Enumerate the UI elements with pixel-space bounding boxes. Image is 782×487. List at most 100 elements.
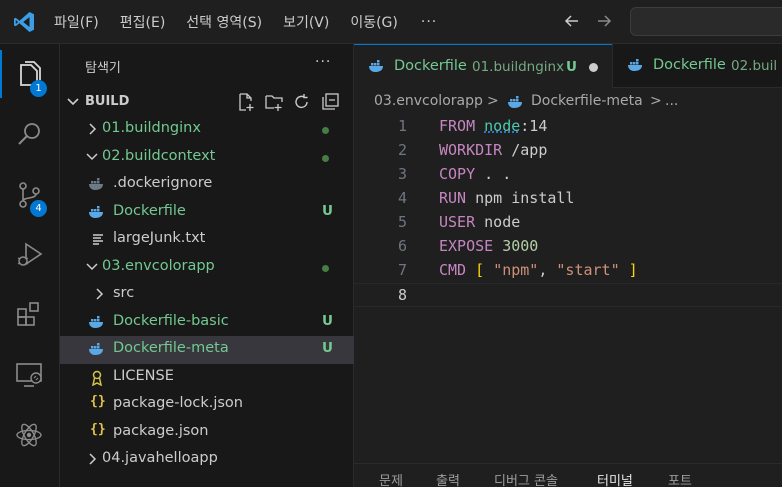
chevron-right-icon <box>89 453 97 465</box>
tree-item-label: src <box>113 285 135 301</box>
menu-view[interactable]: 보기(V) <box>283 12 329 32</box>
keyword-token: EXPOSE <box>439 237 494 255</box>
refresh-icon[interactable] <box>292 92 312 112</box>
vscode-logo-icon[interactable] <box>12 10 36 34</box>
panel-tabs: 문제 출력 디버그 콘솔 터미널 포트 <box>354 463 782 487</box>
code-line: 1 FROM node:14 <box>354 115 782 139</box>
tab-terminal[interactable]: 터미널 <box>597 470 633 487</box>
menu-go[interactable]: 이동(G) <box>350 12 398 32</box>
code-line: 4 RUN npm install <box>354 187 782 211</box>
tree-item-03-envcolorapp[interactable]: 03.envcolorapp <box>60 254 354 282</box>
breadcrumb-folder[interactable]: 03.envcolorapp <box>374 93 483 109</box>
docker-icon <box>628 59 642 71</box>
tag-token: :14 <box>520 117 548 135</box>
modified-dot <box>322 154 329 162</box>
code-line-current: 8 <box>354 283 782 307</box>
workspace-section-header[interactable]: BUILD <box>60 90 354 114</box>
code-line: 6 EXPOSE 3000 <box>354 235 782 259</box>
line-number: 8 <box>397 286 407 304</box>
breadcrumb-symbols[interactable]: ... <box>665 93 678 109</box>
tree-item-label: Dockerfile <box>113 202 186 219</box>
menu-selection[interactable]: 선택 영역(S) <box>186 12 262 32</box>
run-debug-activity[interactable] <box>0 230 60 278</box>
tree-item-label: largeJunk.txt <box>113 230 206 246</box>
tree-item-package-json[interactable]: {} package.json <box>60 419 354 447</box>
sidebar-more-button[interactable]: ··· <box>315 54 331 70</box>
tree-item-label: package-lock.json <box>113 395 243 411</box>
tree-item-04-javahelloapp[interactable]: 04.javahelloapp <box>60 446 354 474</box>
bracket-token: [ <box>475 261 485 279</box>
breadcrumb-file[interactable]: Dockerfile-meta <box>531 93 643 109</box>
code-line: 5 USER node <box>354 211 782 235</box>
tab-output[interactable]: 출력 <box>436 470 460 487</box>
react-activity[interactable] <box>0 410 60 458</box>
explorer-sidebar: 탐색기 ··· BUILD 01.buildnginx 02.buildcont… <box>60 44 354 487</box>
tab-dockerfile-buildcontext[interactable]: Dockerfile 02.buil <box>612 44 782 88</box>
tree-item-license[interactable]: LICENSE <box>60 364 354 392</box>
source-control-activity[interactable]: 4 <box>0 170 60 218</box>
tree-item-dockerfile-meta[interactable]: Dockerfile-meta U <box>60 336 354 364</box>
unsaved-dot[interactable] <box>589 63 598 72</box>
search-activity[interactable] <box>0 110 60 158</box>
run-debug-icon <box>17 242 43 266</box>
image-token[interactable]: node <box>484 117 520 135</box>
tree-item-label: 03.envcolorapp <box>102 257 215 274</box>
code-line: 7 CMD [ "npm", "start" ] <box>354 259 782 283</box>
menu-file[interactable]: 파일(F) <box>54 12 99 32</box>
number-token: 3000 <box>502 237 539 255</box>
tree-item-01-buildnginx[interactable]: 01.buildnginx <box>60 116 354 144</box>
tree-item-02-buildcontext[interactable]: 02.buildcontext <box>60 144 354 172</box>
explorer-badge: 1 <box>30 80 47 97</box>
menu-edit[interactable]: 편집(E) <box>120 12 166 32</box>
bracket-token: ] <box>628 261 638 279</box>
comma-token: , <box>538 261 548 279</box>
forward-arrow-icon[interactable] <box>594 11 614 31</box>
untracked-badge: U <box>322 202 333 219</box>
code-line: 2 WORKDIR /app <box>354 139 782 163</box>
arg-token: npm install <box>475 189 575 207</box>
collapse-all-icon[interactable] <box>320 92 340 112</box>
tree-item-src[interactable]: src <box>60 281 354 309</box>
new-file-icon[interactable] <box>236 92 256 112</box>
search-icon <box>18 123 40 145</box>
license-icon <box>92 370 102 386</box>
docker-icon <box>89 343 103 355</box>
tree-item-dockerignore[interactable]: .dockerignore <box>60 171 354 199</box>
string-token: "start" <box>556 261 620 279</box>
title-bar: 파일(F) 편집(E) 선택 영역(S) 보기(V) 이동(G) ··· <box>0 0 782 44</box>
chevron-down-icon <box>86 262 98 270</box>
untracked-badge: U <box>322 312 333 329</box>
tab-label: Dockerfile <box>653 57 726 73</box>
workspace-name: BUILD <box>85 94 130 109</box>
keyword-token: COPY <box>439 165 476 183</box>
tab-problems[interactable]: 문제 <box>379 470 403 487</box>
tree-item-label: 04.javahelloapp <box>102 450 218 466</box>
line-content: EXPOSE 3000 <box>439 237 538 255</box>
tree-item-dockerfile[interactable]: Dockerfile U <box>60 199 354 227</box>
tab-dockerfile-buildnginx[interactable]: Dockerfile 01.buildnginx U <box>354 44 612 88</box>
extensions-activity[interactable] <box>0 290 60 338</box>
arg-token: node <box>484 213 521 231</box>
remote-explorer-activity[interactable] <box>0 350 60 398</box>
source-control-badge: 4 <box>30 200 47 217</box>
line-content: COPY . . <box>439 165 511 183</box>
modified-dot <box>322 127 329 134</box>
tree-item-package-lock[interactable]: {} package-lock.json <box>60 391 354 419</box>
menu-more-button[interactable]: ··· <box>421 14 437 30</box>
tab-debug-console[interactable]: 디버그 콘솔 <box>494 470 558 487</box>
tab-ports[interactable]: 포트 <box>668 470 692 487</box>
line-number: 5 <box>397 213 407 231</box>
explorer-activity[interactable]: 1 <box>0 50 60 98</box>
command-center-search[interactable] <box>630 7 782 36</box>
line-content: USER node <box>439 213 520 231</box>
tree-item-dockerfile-basic[interactable]: Dockerfile-basic U <box>60 309 354 337</box>
back-arrow-icon[interactable] <box>562 11 582 31</box>
code-editor[interactable]: 1 FROM node:14 2 WORKDIR /app 3 COPY . .… <box>354 115 782 307</box>
remote-explorer-icon <box>16 363 42 387</box>
react-icon <box>16 423 42 447</box>
keyword-token: RUN <box>439 189 467 207</box>
tree-item-label: 01.buildnginx <box>102 120 201 136</box>
new-folder-icon[interactable] <box>264 92 284 112</box>
tree-item-largejunk[interactable]: largeJunk.txt <box>60 226 354 254</box>
tree-item-label: Dockerfile-basic <box>113 312 229 329</box>
